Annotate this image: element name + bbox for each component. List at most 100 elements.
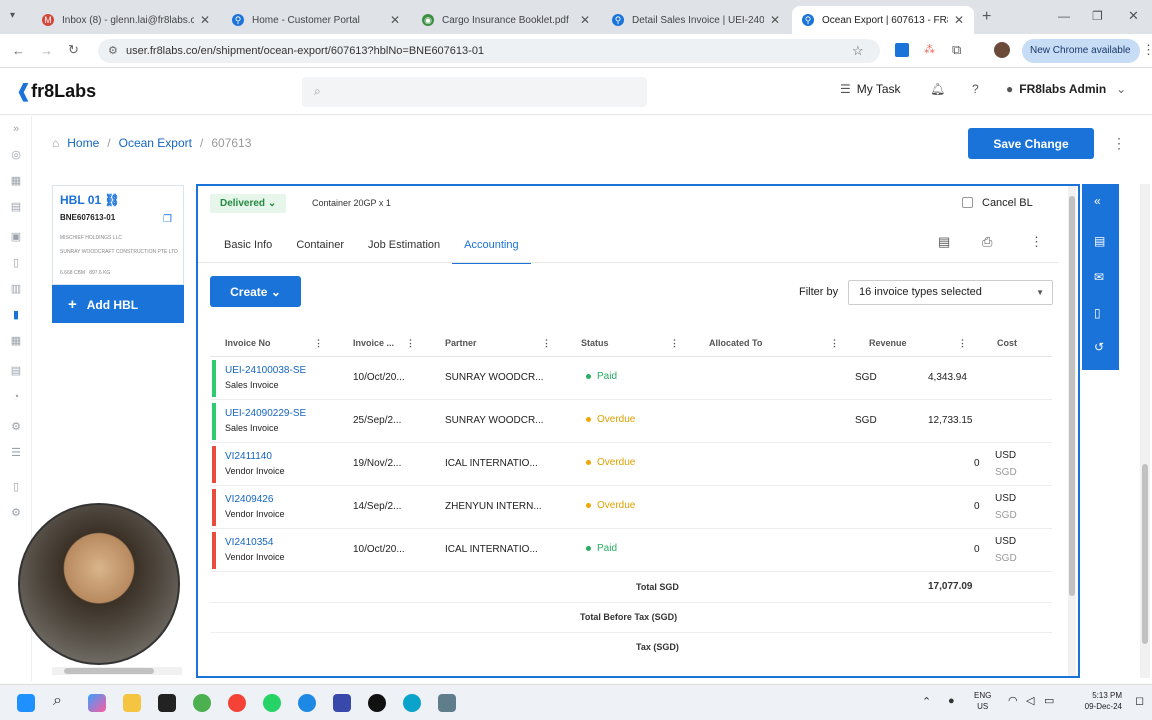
- panel-vertical-scrollbar[interactable]: [1068, 186, 1076, 676]
- microphone-icon[interactable]: ●: [948, 695, 955, 707]
- new-tab-icon[interactable]: +: [982, 8, 991, 26]
- nav-chart-icon[interactable]: ◔: [9, 390, 23, 404]
- profile-avatar[interactable]: [994, 42, 1010, 58]
- media-player-icon[interactable]: [368, 694, 386, 712]
- column-menu-icon[interactable]: ⋮: [958, 330, 967, 356]
- extension-icon[interactable]: [895, 43, 909, 57]
- save-change-button[interactable]: Save Change: [968, 128, 1094, 159]
- notifications-icon[interactable]: ◻: [1135, 694, 1144, 707]
- close-icon[interactable]: ✕: [954, 13, 964, 27]
- more-options-icon[interactable]: ⋮: [1112, 135, 1126, 152]
- nav-table-icon[interactable]: ▦: [9, 334, 23, 348]
- close-icon[interactable]: ✕: [200, 13, 210, 27]
- chevron-up-icon[interactable]: ⌃: [922, 695, 931, 708]
- messenger-icon[interactable]: [298, 694, 316, 712]
- invoice-number-link[interactable]: VI2409426: [225, 494, 273, 505]
- app-icon[interactable]: [333, 694, 351, 712]
- close-icon[interactable]: ✕: [770, 13, 780, 27]
- nav-document-icon[interactable]: ▤: [9, 200, 23, 214]
- volume-icon[interactable]: ◁: [1026, 694, 1034, 707]
- col-revenue[interactable]: Revenue: [869, 330, 907, 356]
- invoice-number-link[interactable]: VI2410354: [225, 537, 273, 548]
- nav-lock-icon[interactable]: ▣: [9, 230, 23, 244]
- collapse-panel-icon[interactable]: «: [1094, 194, 1101, 208]
- site-info-icon[interactable]: ⚙: [108, 39, 118, 63]
- expand-nav-icon[interactable]: »: [9, 122, 23, 136]
- table-row[interactable]: VI2409426 Vendor Invoice 14/Sep/2... ZHE…: [210, 486, 1052, 529]
- reload-icon[interactable]: ↻: [68, 42, 79, 58]
- column-menu-icon[interactable]: ⋮: [314, 330, 323, 356]
- window-close-icon[interactable]: ✕: [1128, 8, 1139, 24]
- windows-start-icon[interactable]: [17, 694, 35, 712]
- whatsapp-icon[interactable]: [263, 694, 281, 712]
- back-icon[interactable]: ←: [12, 43, 25, 58]
- table-row[interactable]: UEI-24100038-SE Sales Invoice 10/Oct/20.…: [210, 357, 1052, 400]
- edge-icon[interactable]: [403, 694, 421, 712]
- new-chrome-available-button[interactable]: New Chrome available: [1022, 39, 1140, 63]
- tab-search-icon[interactable]: ▾: [10, 10, 15, 21]
- extensions-puzzle-icon[interactable]: ⧉: [952, 42, 961, 58]
- tab-accounting[interactable]: Accounting: [452, 234, 531, 264]
- column-menu-icon[interactable]: ⋮: [542, 330, 551, 356]
- file-explorer-icon[interactable]: [123, 694, 141, 712]
- close-icon[interactable]: ✕: [390, 13, 400, 27]
- col-invoice-no[interactable]: Invoice No: [225, 330, 271, 356]
- nav-trash-icon[interactable]: ▯: [9, 480, 23, 494]
- nav-dashboard-icon[interactable]: ◎: [9, 148, 23, 162]
- notification-bell-icon[interactable]: 🔔︎: [930, 82, 945, 96]
- address-bar[interactable]: ⚙ user.fr8labs.co/en/shipment/ocean-expo…: [98, 39, 880, 63]
- hbl-horizontal-scrollbar[interactable]: [52, 667, 182, 675]
- browser-tab-cargo-booklet[interactable]: ◉ Cargo Insurance Booklet.pdf ✕: [412, 6, 600, 34]
- mail-icon[interactable]: ✉: [1094, 270, 1104, 284]
- file-icon[interactable]: ▯: [1094, 306, 1101, 320]
- page-vertical-scrollbar[interactable]: [1140, 184, 1150, 678]
- language-indicator[interactable]: ENG US: [974, 690, 991, 712]
- hbl-card[interactable]: HBL 01 ⛓ BNE607613-01 ❐ MISCHIEF HOLDING…: [52, 185, 184, 285]
- invoice-number-link[interactable]: UEI-24100038-SE: [225, 365, 306, 376]
- document-list-icon[interactable]: ▤: [1094, 234, 1105, 248]
- status-dropdown[interactable]: Delivered ⌄: [210, 194, 287, 213]
- tab-job-estimation[interactable]: Job Estimation: [356, 234, 452, 264]
- forward-icon[interactable]: →: [40, 43, 53, 58]
- nav-gear-icon[interactable]: ⚙: [9, 506, 23, 520]
- tab-container[interactable]: Container: [284, 234, 356, 264]
- chrome-icon[interactable]: [228, 694, 246, 712]
- col-invoice-date[interactable]: Invoice ...: [353, 330, 394, 356]
- nav-page-icon[interactable]: ▤: [9, 364, 23, 378]
- invoice-number-link[interactable]: VI2411140: [225, 451, 272, 462]
- copilot-icon[interactable]: [88, 694, 106, 712]
- copy-icon[interactable]: ❐: [163, 214, 172, 225]
- browser-tab-gmail[interactable]: M Inbox (8) - glenn.lai@fr8labs.c ✕: [32, 6, 220, 34]
- my-task-button[interactable]: ☰ My Task: [840, 82, 901, 96]
- invoice-number-link[interactable]: UEI-24090229-SE: [225, 408, 306, 419]
- invoice-type-filter-select[interactable]: 16 invoice types selected ▼: [848, 280, 1053, 305]
- chrome-icon[interactable]: [193, 694, 211, 712]
- table-row[interactable]: UEI-24090229-SE Sales Invoice 25/Sep/2..…: [210, 400, 1052, 443]
- link-icon[interactable]: ⛓: [104, 193, 119, 207]
- extension-icon[interactable]: ⁂: [924, 43, 935, 56]
- column-menu-icon[interactable]: ⋮: [830, 330, 839, 356]
- add-hbl-button[interactable]: + Add HBL: [52, 285, 184, 323]
- col-allocated-to[interactable]: Allocated To: [709, 330, 762, 356]
- nav-report-icon[interactable]: ▥: [9, 282, 23, 296]
- browser-tab-customer-portal[interactable]: ⚲ Home - Customer Portal ✕: [222, 6, 410, 34]
- column-menu-icon[interactable]: ⋮: [406, 330, 415, 356]
- fr8labs-logo[interactable]: ❰fr8Labs: [16, 81, 96, 102]
- browser-tab-sales-invoice[interactable]: ⚲ Detail Sales Invoice | UEI-2409 ✕: [602, 6, 790, 34]
- browser-menu-icon[interactable]: ⋮: [1142, 42, 1152, 58]
- col-cost[interactable]: Cost: [997, 330, 1017, 356]
- close-icon[interactable]: ✕: [580, 13, 590, 27]
- col-partner[interactable]: Partner: [445, 330, 477, 356]
- help-icon[interactable]: ?: [972, 82, 979, 96]
- table-row[interactable]: VI2411140 Vendor Invoice 19/Nov/2... ICA…: [210, 443, 1052, 486]
- nav-grid-icon[interactable]: ▦: [9, 174, 23, 188]
- breadcrumb-home[interactable]: Home: [67, 136, 99, 150]
- create-button[interactable]: Create ⌄: [210, 276, 301, 307]
- nav-list-icon[interactable]: ☰: [9, 446, 23, 460]
- minimize-icon[interactable]: —: [1058, 9, 1070, 23]
- clipboard-icon[interactable]: ▤: [938, 234, 950, 250]
- nav-shipment-icon[interactable]: ▮: [9, 308, 23, 322]
- breadcrumb-ocean-export[interactable]: Ocean Export: [119, 136, 192, 150]
- print-icon[interactable]: ⎙: [982, 234, 992, 250]
- user-menu[interactable]: ● FR8labs Admin ⌄: [1006, 82, 1126, 96]
